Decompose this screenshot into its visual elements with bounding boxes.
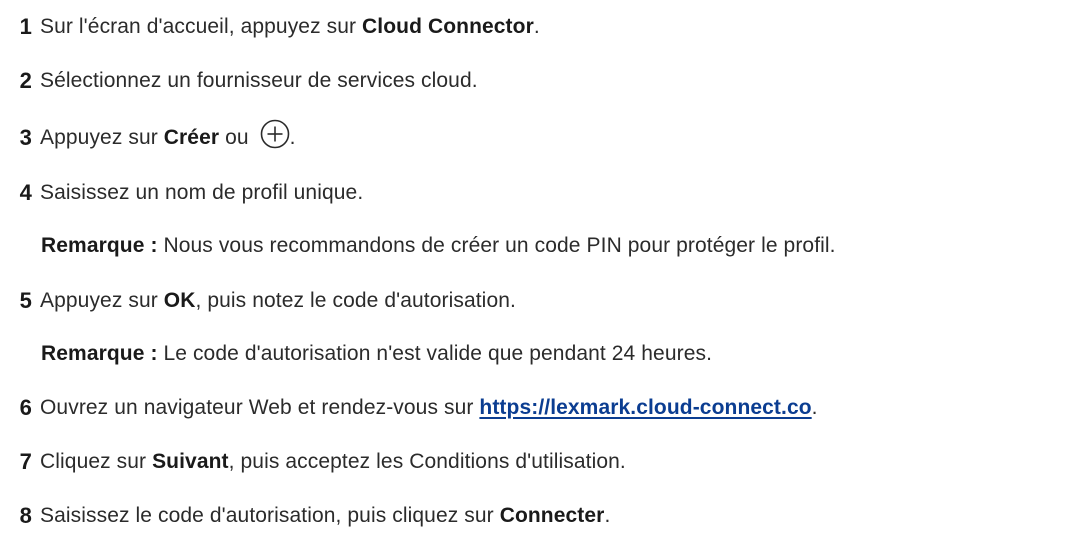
step-text-part: Cliquez sur (40, 450, 153, 473)
step-text: Cliquez sur Suivant, puis acceptez les C… (40, 450, 626, 474)
create-label: Créer (163, 126, 220, 149)
step-text-part: , puis notez le code d'autorisation. (195, 289, 516, 312)
plus-circle-icon (260, 119, 290, 149)
step-text-part: Sur l'écran d'accueil, appuyez sur (40, 15, 363, 38)
step-number: 3 (19, 125, 32, 150)
step-8: 8 Saisissez le code d'autorisation, puis… (0, 496, 611, 536)
step-4-note: Remarque : Nous vous recommandons de cré… (0, 226, 836, 266)
step-text-part: ou (219, 126, 255, 149)
step-text: Sur l'écran d'accueil, appuyez sur Cloud… (40, 15, 540, 39)
step-text-part: Appuyez sur (40, 126, 164, 149)
cloud-connect-link[interactable]: https://lexmark.cloud-connect.co (479, 396, 811, 419)
note-text: Remarque : Le code d'autorisation n'est … (41, 342, 712, 366)
note-label: Remarque : (41, 234, 158, 257)
step-5: 5 Appuyez sur OK, puis notez le code d'a… (0, 281, 516, 321)
step-3: 3 Appuyez sur Créer ou . (0, 118, 296, 158)
step-7: 7 Cliquez sur Suivant, puis acceptez les… (0, 442, 626, 482)
ok-label: OK (163, 289, 196, 312)
cloud-connector-label: Cloud Connector (362, 15, 534, 38)
step-number: 2 (19, 68, 32, 93)
instruction-list: 1 Sur l'écran d'accueil, appuyez sur Clo… (0, 0, 1087, 528)
step-text-part: Appuyez sur (40, 289, 164, 312)
step-number: 7 (19, 449, 32, 474)
step-6: 6 Ouvrez un navigateur Web et rendez-vou… (0, 388, 818, 428)
step-text: Ouvrez un navigateur Web et rendez-vous … (40, 396, 818, 420)
note-body: Le code d'autorisation n'est valide que … (157, 342, 713, 365)
step-text-part: . (289, 126, 296, 149)
step-text-part: . (533, 15, 540, 38)
step-number: 4 (19, 180, 32, 205)
step-text-part: . (604, 504, 611, 527)
connect-label: Connecter (499, 504, 605, 527)
step-text: Sélectionnez un fournisseur de services … (40, 69, 478, 92)
step-number: 1 (19, 14, 32, 39)
step-1: 1 Sur l'écran d'accueil, appuyez sur Clo… (0, 7, 540, 47)
note-text: Remarque : Nous vous recommandons de cré… (41, 234, 836, 258)
step-2: 2 Sélectionnez un fournisseur de service… (0, 61, 478, 101)
step-number: 6 (19, 395, 32, 420)
note-body: Nous vous recommandons de créer un code … (157, 234, 836, 257)
step-number: 8 (19, 503, 32, 528)
step-4: 4 Saisissez un nom de profil unique. (0, 173, 363, 213)
step-5-note: Remarque : Le code d'autorisation n'est … (0, 334, 712, 374)
next-label: Suivant (152, 450, 229, 473)
step-text: Appuyez sur Créer ou . (40, 120, 296, 150)
step-text-part: , puis acceptez les Conditions d'utilisa… (228, 450, 626, 473)
step-text-part: Ouvrez un navigateur Web et rendez-vous … (40, 396, 480, 419)
step-text-part: Saisissez le code d'autorisation, puis c… (40, 504, 500, 527)
step-number: 5 (19, 288, 32, 313)
step-text: Appuyez sur OK, puis notez le code d'aut… (40, 289, 516, 313)
note-label: Remarque : (41, 342, 158, 365)
step-text-part: . (811, 396, 818, 419)
step-text: Saisissez le code d'autorisation, puis c… (40, 504, 610, 528)
step-text: Saisissez un nom de profil unique. (40, 181, 364, 204)
